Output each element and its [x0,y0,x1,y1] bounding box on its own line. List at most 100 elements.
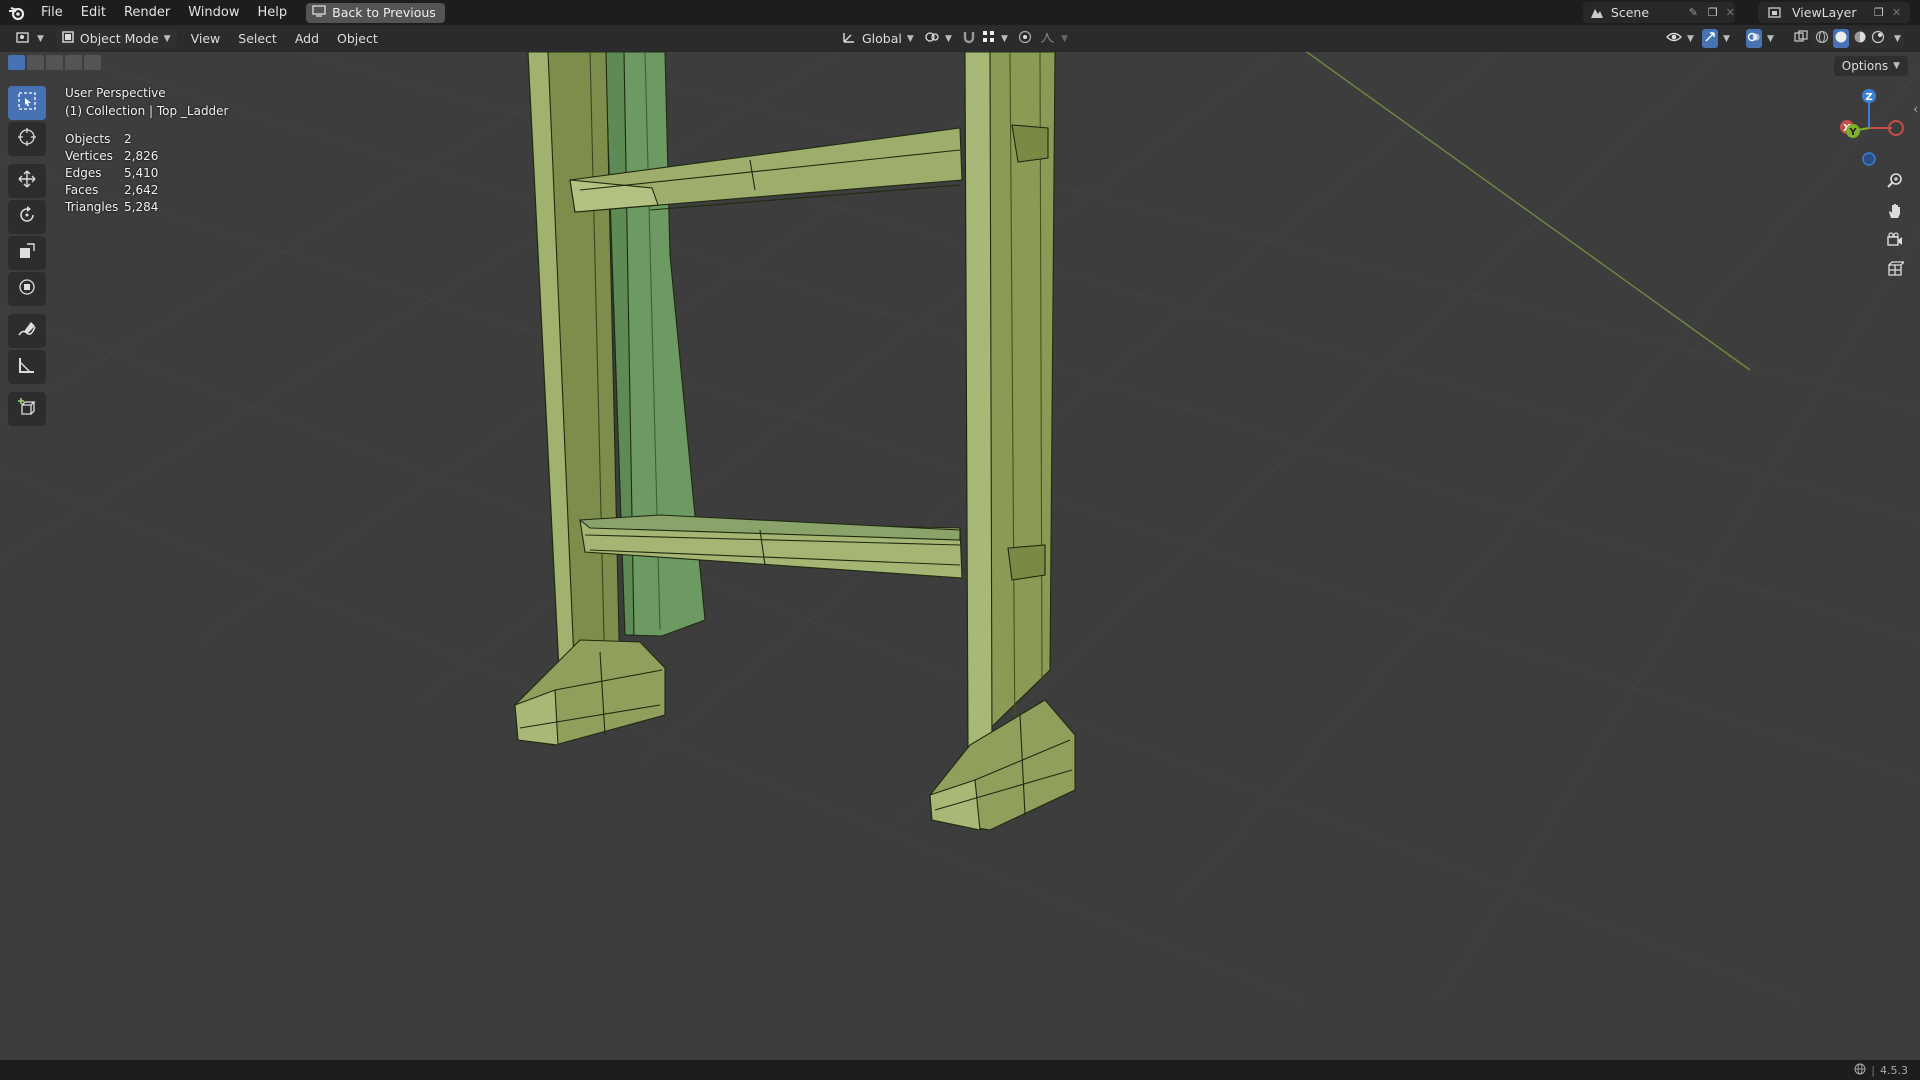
pivot-point-dropdown[interactable]: ▼ [918,29,958,49]
transform-tool[interactable] [8,272,46,306]
gizmo-z-label: Z [1865,92,1872,103]
select-new-icon[interactable] [8,55,25,70]
editor-type-button[interactable]: ▼ [10,29,50,49]
3d-viewport[interactable] [0,52,1920,1058]
navigation-gizmo[interactable]: Z X Y [1826,84,1912,170]
version-label: 4.5.3 [1880,1064,1908,1077]
chevron-down-icon: ▼ [1687,33,1694,44]
hand-icon [1886,202,1904,224]
stat-row: Vertices 2,826 [65,149,158,166]
rotate-tool[interactable] [8,200,46,234]
scene-selector[interactable]: Scene ✎ ❐ ✕ [1583,2,1735,23]
new-scene-icon[interactable]: ❐ [1708,6,1718,19]
snap-target-dropdown[interactable]: ▼ [976,29,1014,49]
viewport-header: ▼ Object Mode ▼ View Select Add Object G… [0,25,1920,52]
measure-icon [17,355,37,379]
menu-help[interactable]: Help [249,0,297,25]
options-dropdown[interactable]: Options ▼ [1833,56,1908,76]
cursor-icon [17,127,37,151]
material-shading-icon[interactable] [1853,30,1867,47]
gizmo-neg-z-axis[interactable] [1862,152,1876,166]
annotate-tool[interactable] [8,314,46,348]
stat-row: Objects 2 [65,132,158,149]
grid-icon [1886,260,1906,282]
object-mode-dropdown[interactable]: Object Mode ▼ [55,28,177,49]
annotate-icon [17,319,37,343]
proportional-edit-icon [1018,30,1032,47]
view-layer-selector[interactable]: ViewLayer ❐ ✕ [1758,2,1910,23]
shading-modes: ▼ [1812,28,1904,49]
menu-object[interactable]: Object [331,29,384,49]
back-to-previous-label: Back to Previous [332,4,436,20]
stat-row: Triangles 5,284 [65,200,158,217]
object-mode-label: Object Mode [79,31,159,46]
stat-value: 2,826 [124,149,159,163]
transform-icon [17,277,37,301]
close-scene-icon[interactable]: ✕ [1726,6,1735,19]
camera-view-button[interactable] [1882,229,1908,255]
falloff-icon [1040,30,1056,47]
chevron-down-icon[interactable]: ▼ [1894,34,1901,44]
pan-button[interactable] [1882,200,1908,226]
new-view-layer-icon[interactable]: ❐ [1874,6,1884,19]
blender-logo[interactable] [2,0,32,25]
view-layer-name: ViewLayer [1792,5,1857,20]
viewport-collection-label: (1) Collection | Top _Ladder [65,104,229,118]
gizmo-toggle[interactable]: ▼ [1696,29,1736,49]
visibility-dropdown[interactable]: ▼ [1660,29,1700,49]
menu-render[interactable]: Render [115,0,179,25]
select-extend-icon[interactable] [27,55,44,70]
select-box-tool[interactable] [8,86,46,120]
chevron-down-icon: ▼ [1061,33,1068,44]
solid-shading-icon[interactable] [1833,29,1849,48]
overlays-toggle[interactable]: ▼ [1740,29,1780,49]
sidebar-toggle-icon[interactable]: ‹ [1913,102,1918,116]
top-menu-bar: File Edit Render Window Help Back to Pre… [0,0,1920,25]
camera-icon [1886,231,1904,253]
select-intersect-icon[interactable] [84,55,101,70]
chevron-down-icon: ▼ [37,33,44,44]
back-screen-icon [312,3,326,23]
pin-icon[interactable]: ✎ [1689,6,1698,19]
scene-name: Scene [1610,5,1650,20]
menu-window[interactable]: Window [179,0,248,25]
select-subtract-icon[interactable] [46,55,63,70]
menu-view[interactable]: View [185,29,227,49]
falloff-dropdown[interactable]: ▼ [1034,29,1074,49]
ladder-model[interactable] [514,52,1076,831]
overlays-icon [1746,29,1762,48]
move-tool[interactable] [8,164,46,198]
stat-value: 5,284 [124,200,159,214]
stat-label: Objects [65,132,111,146]
chevron-down-icon: ▼ [906,33,914,44]
gizmo-y-label: Y [1848,127,1857,138]
scale-tool[interactable] [8,236,46,270]
cursor-tool[interactable] [8,122,46,156]
menu-select[interactable]: Select [232,29,283,49]
select-invert-icon[interactable] [65,55,82,70]
add-cube-tool[interactable] [8,392,46,426]
measure-tool[interactable] [8,350,46,384]
xray-icon [1794,30,1808,47]
tool-shelf [8,86,48,428]
menu-add[interactable]: Add [289,29,325,49]
zoom-button[interactable] [1882,170,1908,196]
floor-grid [0,52,1920,1001]
rendered-shading-icon[interactable] [1871,30,1885,47]
menu-file[interactable]: File [32,0,72,25]
xray-toggle[interactable] [1788,29,1814,49]
wireframe-shading-icon[interactable] [1815,30,1829,47]
version-info: | 4.5.3 [1854,1063,1908,1078]
stat-label: Vertices [65,149,113,163]
stat-value: 5,410 [124,166,159,180]
close-view-layer-icon[interactable]: ✕ [1892,6,1901,19]
ortho-toggle-button[interactable] [1882,258,1908,284]
select-box-icon [17,91,37,115]
selection-mode-buttons [8,55,101,70]
stat-row: Faces 2,642 [65,183,158,200]
menu-edit[interactable]: Edit [72,0,115,25]
magnet-icon [962,30,976,47]
back-to-previous-button[interactable]: Back to Previous [306,2,445,23]
gizmo-icon [1702,29,1718,48]
transform-orientation-dropdown[interactable]: Global ▼ [836,29,920,49]
